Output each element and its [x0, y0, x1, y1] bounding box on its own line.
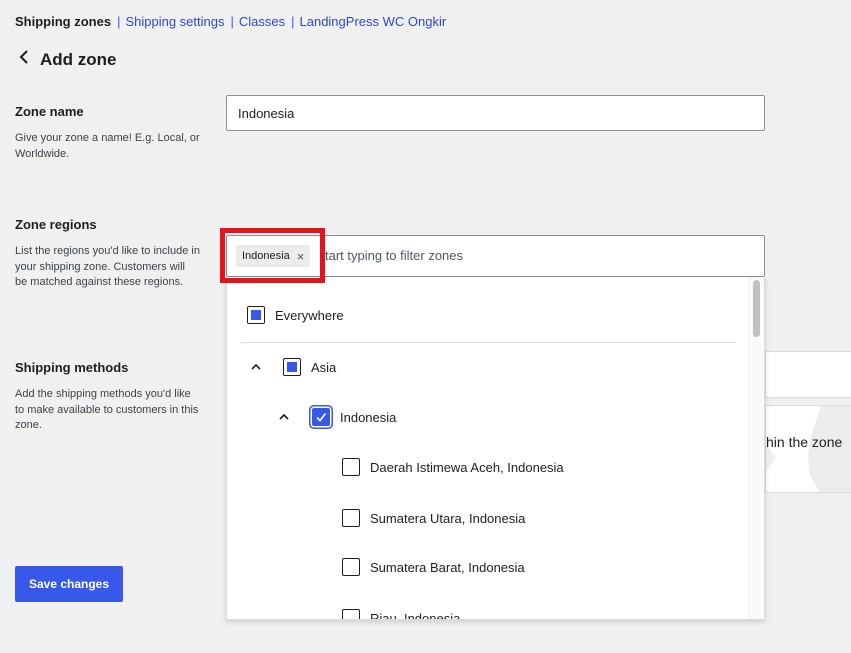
- checkmark-icon: [316, 413, 327, 422]
- shipping-methods-description: Add the shipping methods you'd like to m…: [15, 388, 199, 431]
- option-label: Riau, Indonesia: [370, 610, 461, 620]
- divider: [241, 342, 736, 343]
- option-label: Everywhere: [275, 307, 344, 323]
- region-chip-indonesia: Indonesia ×: [236, 245, 311, 267]
- option-daerah-istimewa-aceh[interactable]: Daerah Istimewa Aceh, Indonesia: [342, 458, 564, 476]
- page-title: Add zone: [40, 49, 117, 69]
- chevron-up-icon[interactable]: [277, 410, 291, 424]
- shipping-subnav: Shipping zones | Shipping settings | Classes…: [15, 14, 446, 29]
- tab-shipping-settings[interactable]: Shipping settings: [125, 14, 224, 29]
- checked-checkbox[interactable]: [312, 408, 330, 426]
- save-changes-button[interactable]: Save changes: [15, 566, 123, 602]
- regions-dropdown: Everywhere Asia Indonesia Daerah Istimew…: [226, 277, 765, 620]
- tab-landingpress-wc-ongkir[interactable]: LandingPress WC Ongkir: [300, 14, 447, 29]
- nav-separator: |: [230, 14, 234, 29]
- chevron-up-icon[interactable]: [249, 360, 263, 374]
- checkbox[interactable]: [342, 458, 360, 476]
- zone-regions-input[interactable]: Indonesia × tart typing to filter zones: [226, 235, 765, 277]
- option-asia[interactable]: Asia: [283, 358, 336, 376]
- dropdown-scrollbar[interactable]: [748, 277, 764, 619]
- scrollbar-thumb[interactable]: [753, 280, 760, 337]
- checkbox[interactable]: [342, 609, 360, 619]
- nav-separator: |: [291, 14, 295, 29]
- partial-checkbox[interactable]: [283, 358, 301, 376]
- zone-regions-heading: Zone regions: [15, 217, 97, 232]
- option-riau[interactable]: Riau, Indonesia: [342, 609, 461, 620]
- tab-shipping-zones[interactable]: Shipping zones: [15, 14, 111, 29]
- checkbox[interactable]: [342, 509, 360, 527]
- zone-name-input[interactable]: [226, 95, 765, 131]
- chip-label: Indonesia: [242, 250, 290, 262]
- shipping-methods-panel: [765, 351, 851, 398]
- shipping-methods-heading: Shipping methods: [15, 360, 129, 375]
- option-label: Sumatera Utara, Indonesia: [370, 510, 526, 526]
- chevron-left-icon[interactable]: [16, 48, 32, 71]
- tab-classes[interactable]: Classes: [239, 14, 285, 29]
- zone-regions-description: List the regions you'd like to include i…: [15, 245, 200, 288]
- option-label: Daerah Istimewa Aceh, Indonesia: [370, 459, 564, 475]
- close-icon[interactable]: ×: [297, 250, 305, 263]
- zone-name-description: Give your zone a name! E.g. Local, or Wo…: [15, 132, 200, 160]
- checkbox[interactable]: [342, 558, 360, 576]
- option-label: Asia: [311, 359, 337, 375]
- option-indonesia[interactable]: Indonesia: [312, 408, 396, 426]
- zone-name-heading: Zone name: [15, 104, 84, 119]
- shipping-methods-empty-state: hin the zone: [765, 405, 851, 493]
- nav-separator: |: [117, 14, 121, 29]
- partial-checkbox[interactable]: [247, 306, 265, 324]
- back-header: Add zone: [16, 48, 117, 71]
- option-sumatera-barat[interactable]: Sumatera Barat, Indonesia: [342, 558, 525, 576]
- option-sumatera-utara[interactable]: Sumatera Utara, Indonesia: [342, 509, 525, 527]
- option-everywhere[interactable]: Everywhere: [247, 306, 344, 324]
- regions-placeholder: tart typing to filter zones: [325, 248, 464, 263]
- option-label: Indonesia: [340, 409, 397, 425]
- shipping-methods-empty-text: hin the zone: [766, 434, 843, 450]
- option-label: Sumatera Barat, Indonesia: [370, 559, 525, 575]
